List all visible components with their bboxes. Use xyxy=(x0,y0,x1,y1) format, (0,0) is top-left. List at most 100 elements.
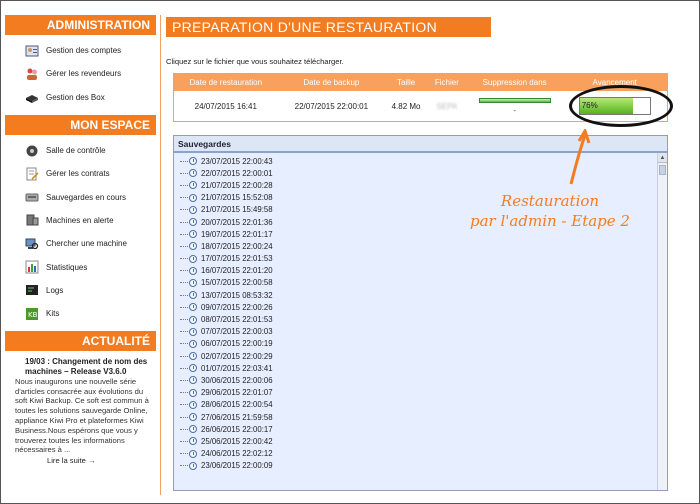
tree-item[interactable]: 26/06/2015 22:00:17 xyxy=(180,423,667,435)
suppression-text: - xyxy=(513,107,516,115)
tree-item-label: 13/07/2015 08:53:32 xyxy=(201,290,273,300)
sidebar-item-kits[interactable]: KB Kits xyxy=(5,302,156,325)
tree-item[interactable]: 17/07/2015 22:01:53 xyxy=(180,253,667,265)
tree-connector xyxy=(180,270,188,272)
backup-date: 22/07/2015 22:00:01 xyxy=(294,101,369,111)
tree-item[interactable]: 08/07/2015 22:01:53 xyxy=(180,313,667,325)
tree-item[interactable]: 02/07/2015 22:00:29 xyxy=(180,350,667,362)
tree-item[interactable]: 01/07/2015 22:03:41 xyxy=(180,362,667,374)
clock-icon xyxy=(189,278,197,287)
clock-icon xyxy=(189,218,197,227)
tree-item-label: 23/06/2015 22:00:09 xyxy=(201,461,273,471)
tree-item[interactable]: 06/07/2015 22:00:19 xyxy=(180,338,667,350)
tree-connector xyxy=(180,367,188,369)
clock-icon xyxy=(189,315,197,324)
tree-connector xyxy=(180,404,188,406)
tree-item-label: 07/07/2015 22:00:03 xyxy=(201,327,273,337)
highlight-ellipse xyxy=(569,85,673,127)
tree-item[interactable]: 16/07/2015 22:01:20 xyxy=(180,265,667,277)
clock-icon xyxy=(189,205,197,214)
tree-item[interactable]: 07/07/2015 22:00:03 xyxy=(180,326,667,338)
mon-espace-header: MON ESPACE xyxy=(5,114,156,135)
clock-icon xyxy=(189,352,197,361)
clock-icon xyxy=(189,303,197,312)
tree-item-label: 28/06/2015 22:00:54 xyxy=(201,400,273,410)
sidebar-item-statistics[interactable]: Statistiques xyxy=(5,255,156,278)
tree-item[interactable]: 28/06/2015 22:00:54 xyxy=(180,399,667,411)
tree-item[interactable]: 23/06/2015 22:00:09 xyxy=(180,460,667,472)
header-size: Taille xyxy=(396,78,416,87)
suppression-cell: - xyxy=(467,97,563,115)
tree-connector xyxy=(180,331,188,333)
tree-connector xyxy=(180,379,188,381)
tree-connector xyxy=(180,416,188,418)
clock-icon xyxy=(189,254,197,263)
header-file: Fichier xyxy=(434,78,459,87)
sidebar-item-alert-machines[interactable]: Machines en alerte xyxy=(5,209,156,232)
tree-connector xyxy=(180,355,188,357)
restore-date: 24/07/2015 16:41 xyxy=(194,101,257,111)
file-link[interactable]: SEPA xyxy=(427,102,467,111)
tree-connector xyxy=(180,319,188,321)
tree-item[interactable]: 13/07/2015 08:53:32 xyxy=(180,289,667,301)
clock-icon xyxy=(189,425,197,434)
sidebar-item-accounts[interactable]: Gestion des comptes xyxy=(5,39,156,62)
clock-icon xyxy=(189,193,197,202)
tree-item[interactable]: 30/06/2015 22:00:06 xyxy=(180,374,667,386)
page-title: PREPARATION D'UNE RESTAURATION xyxy=(166,17,491,37)
tree-connector xyxy=(180,258,188,260)
clock-icon xyxy=(189,376,197,385)
tree-connector xyxy=(180,160,188,162)
tree-connector xyxy=(180,465,188,467)
tree-scrollbar[interactable]: ▲ xyxy=(657,153,667,490)
sidebar-item-resellers[interactable]: Gérer les revendeurs xyxy=(5,62,156,85)
mon-espace-menu: Salle de contrôle Gérer les contrats Sau… xyxy=(5,135,156,331)
sidebar-item-contracts[interactable]: Gérer les contrats xyxy=(5,162,156,185)
tree-connector xyxy=(180,184,188,186)
tree-item-label: 21/07/2015 22:00:28 xyxy=(201,180,273,190)
main-content: PREPARATION D'UNE RESTAURATION Cliquez s… xyxy=(166,17,671,66)
tree-item[interactable]: 29/06/2015 22:01:07 xyxy=(180,387,667,399)
admin-menu: Gestion des comptes Gérer les revendeurs… xyxy=(5,35,156,115)
sidebar-item-control-room[interactable]: Salle de contrôle xyxy=(5,139,156,162)
tree-item-label: 22/07/2015 22:00:01 xyxy=(201,168,273,178)
tree-item-label: 06/07/2015 22:00:19 xyxy=(201,339,273,349)
header-suppression: Suppression dans xyxy=(482,78,547,87)
tree-connector xyxy=(180,197,188,199)
sidebar-item-box[interactable]: Gestion des Box xyxy=(5,86,156,109)
tree-item-label: 08/07/2015 22:01:53 xyxy=(201,315,273,325)
box-icon xyxy=(25,90,39,104)
sidebar-item-logs[interactable]: Logs xyxy=(5,279,156,302)
instruction-text: Cliquez sur le fichier que vous souhaite… xyxy=(166,57,344,66)
sidebar-item-label: Statistiques xyxy=(46,262,88,272)
tree-item-label: 19/07/2015 22:01:17 xyxy=(201,229,273,239)
tree-item[interactable]: 25/06/2015 22:00:42 xyxy=(180,435,667,447)
backups-icon xyxy=(25,190,39,204)
statistics-icon xyxy=(25,260,39,274)
sidebar: ADMINISTRATION Gestion des comptes Gérer… xyxy=(5,15,156,466)
news-title[interactable]: 19/03 : Changement de nom des machines –… xyxy=(15,357,154,377)
tree-item[interactable]: 27/06/2015 21:59:58 xyxy=(180,411,667,423)
tree-item[interactable]: 15/07/2015 22:00:58 xyxy=(180,277,667,289)
tree-item[interactable]: 09/07/2015 22:00:26 xyxy=(180,301,667,313)
read-more-link[interactable]: Lire la suite → xyxy=(15,456,154,466)
page-frame: ADMINISTRATION Gestion des comptes Gérer… xyxy=(0,0,700,504)
tree-item[interactable]: 24/06/2015 22:02:12 xyxy=(180,448,667,460)
sidebar-item-label: Gestion des comptes xyxy=(46,46,122,56)
scroll-thumb[interactable] xyxy=(659,165,666,175)
tree-item-label: 24/06/2015 22:02:12 xyxy=(201,449,273,459)
sidebar-item-label: Gérer les contrats xyxy=(46,169,110,179)
tree-item-label: 30/06/2015 22:00:06 xyxy=(201,375,273,385)
alert-machines-icon xyxy=(25,213,39,227)
scroll-up-arrow[interactable]: ▲ xyxy=(658,153,667,163)
sidebar-item-backups[interactable]: Sauvegardes en cours xyxy=(5,185,156,208)
sidebar-item-search-machine[interactable]: Chercher une machine xyxy=(5,232,156,255)
clock-icon xyxy=(189,157,197,166)
clock-icon xyxy=(189,449,197,458)
annotation-text: Restauration par l'admin - Etape 2 xyxy=(469,191,631,231)
clock-icon xyxy=(189,242,197,251)
tree-item[interactable]: 18/07/2015 22:00:24 xyxy=(180,240,667,252)
annotation-line-1: Restauration xyxy=(500,192,600,210)
file-size: 4.82 Mo xyxy=(391,101,421,111)
contracts-icon xyxy=(25,167,39,181)
